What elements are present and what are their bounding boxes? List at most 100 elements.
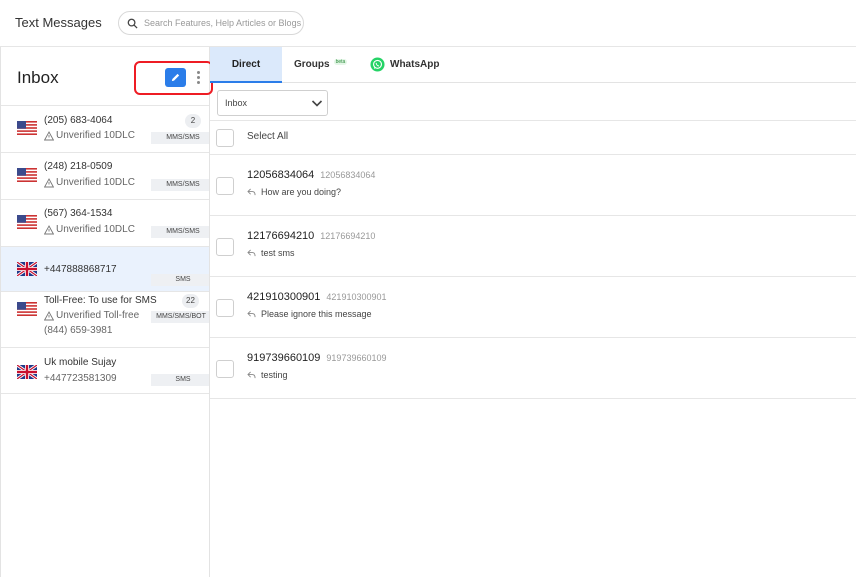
number-item[interactable]: (567) 364-1534 Unverified 10DLC MMS/SMS [1, 200, 209, 247]
message-panel: Direct Groups beta WhatsApp Inbox Select… [210, 47, 856, 577]
unread-count-badge: 22 [182, 294, 199, 308]
conversation-row[interactable]: 919739660109 919739660109 testing [210, 338, 856, 399]
conversation-row[interactable]: 421910300901 421910300901 Please ignore t… [210, 277, 856, 338]
page-title: Text Messages [15, 15, 102, 30]
numbers-sidebar: Inbox (205) 683-4064 Unverified 10DLC 2 … [0, 47, 213, 577]
conversation-number-text: 919739660109 [247, 352, 321, 364]
conversation-checkbox[interactable] [216, 238, 234, 256]
number-title: Uk mobile Sujay [44, 357, 117, 368]
reply-icon [247, 249, 256, 257]
conversation-number: 12176694210 12176694210 [247, 230, 375, 242]
number-title: (567) 364-1534 [44, 208, 113, 219]
search-icon [127, 18, 138, 29]
us-flag-icon [17, 121, 37, 135]
conversation-checkbox[interactable] [216, 360, 234, 378]
select-all-checkbox[interactable] [216, 129, 234, 147]
conversation-preview-text: Please ignore this message [261, 309, 372, 319]
number-status: Unverified 10DLC [44, 224, 135, 235]
folder-select-value: Inbox [225, 98, 248, 108]
us-flag-icon [17, 302, 37, 316]
filter-row: Inbox [210, 83, 856, 121]
unread-count-badge: 2 [185, 114, 201, 128]
number-item[interactable]: +447888868717 SMS [1, 247, 209, 292]
number-item[interactable]: Uk mobile Sujay +447723581309 SMS [1, 348, 209, 394]
folder-select[interactable]: Inbox [217, 90, 328, 116]
conversation-preview: testing [247, 370, 288, 380]
capability-tag: MMS/SMS/BOT [151, 311, 209, 323]
warning-icon [44, 130, 54, 140]
tab-whatsapp-label: WhatsApp [390, 59, 440, 70]
tab-direct[interactable]: Direct [210, 47, 282, 83]
number-phone: (844) 659-3981 [44, 325, 113, 336]
capability-tag: MMS/SMS [151, 179, 209, 191]
number-item[interactable]: Toll-Free: To use for SMS Unverified Tol… [1, 292, 209, 348]
conversation-number-text: 421910300901 [247, 291, 321, 303]
number-phone: +447723581309 [44, 373, 117, 384]
conversation-number-sub: 421910300901 [326, 292, 387, 302]
select-all-row: Select All [210, 121, 856, 155]
capability-tag: SMS [151, 374, 209, 386]
uk-flag-icon [17, 262, 37, 276]
search-box[interactable] [118, 11, 304, 35]
beta-badge: beta [333, 58, 348, 65]
conversation-number-sub: 12056834064 [320, 170, 376, 180]
number-title: +447888868717 [44, 264, 117, 275]
conversation-preview: test sms [247, 248, 295, 258]
conversation-number: 12056834064 12056834064 [247, 169, 375, 181]
warning-icon [44, 310, 54, 320]
dot-icon [196, 76, 200, 79]
number-title: Toll-Free: To use for SMS [44, 295, 157, 306]
conversation-preview: Please ignore this message [247, 309, 372, 319]
conversation-number-sub: 12176694210 [320, 231, 376, 241]
top-bar: Text Messages [0, 0, 856, 47]
channel-tabs: Direct Groups beta WhatsApp [210, 47, 856, 83]
tab-whatsapp[interactable]: WhatsApp [370, 47, 450, 82]
tab-groups[interactable]: Groups beta [294, 47, 354, 82]
conversation-preview: How are you doing? [247, 187, 341, 197]
conversation-preview-text: How are you doing? [261, 187, 342, 197]
number-title: (248) 218-0509 [44, 161, 113, 172]
whatsapp-icon [370, 57, 385, 72]
warning-icon [44, 177, 54, 187]
tab-groups-label: Groups [294, 59, 330, 70]
select-all-label: Select All [247, 131, 289, 142]
search-input[interactable] [144, 18, 303, 28]
number-status-text: Unverified 10DLC [56, 224, 135, 235]
conversation-checkbox[interactable] [216, 299, 234, 317]
number-item[interactable]: (248) 218-0509 Unverified 10DLC MMS/SMS [1, 153, 209, 200]
reply-icon [247, 188, 256, 196]
conversation-number-text: 12176694210 [247, 230, 315, 242]
conversation-number-sub: 919739660109 [326, 353, 387, 363]
conversation-number: 919739660109 919739660109 [247, 352, 387, 364]
number-title: (205) 683-4064 [44, 115, 113, 126]
conversation-number-text: 12056834064 [247, 169, 315, 181]
uk-flag-icon [17, 365, 37, 379]
number-item[interactable]: (205) 683-4064 Unverified 10DLC 2 MMS/SM… [1, 106, 209, 153]
us-flag-icon [17, 215, 37, 229]
number-status-text: Unverified 10DLC [56, 130, 135, 141]
inbox-header: Inbox [1, 47, 213, 106]
inbox-title: Inbox [17, 68, 59, 87]
number-status: Unverified Toll-free [44, 310, 139, 321]
us-flag-icon [17, 168, 37, 182]
reply-icon [247, 371, 256, 379]
more-options-button[interactable] [192, 68, 204, 87]
number-status: Unverified 10DLC [44, 130, 135, 141]
conversation-preview-text: testing [261, 370, 288, 380]
number-status-text: Unverified Toll-free [56, 310, 140, 321]
compose-button[interactable] [165, 68, 186, 87]
capability-tag: MMS/SMS [151, 226, 209, 238]
reply-icon [247, 310, 256, 318]
chevron-down-icon [311, 100, 323, 107]
conversation-number: 421910300901 421910300901 [247, 291, 387, 303]
dot-icon [196, 71, 200, 74]
number-status: Unverified 10DLC [44, 177, 135, 188]
pencil-icon [171, 73, 180, 82]
dot-icon [196, 81, 200, 84]
number-status-text: Unverified 10DLC [56, 177, 135, 188]
capability-tag: SMS [151, 274, 209, 286]
conversation-checkbox[interactable] [216, 177, 234, 195]
conversation-row[interactable]: 12176694210 12176694210 test sms [210, 216, 856, 277]
conversation-row[interactable]: 12056834064 12056834064 How are you doing… [210, 155, 856, 216]
conversation-preview-text: test sms [261, 248, 295, 258]
